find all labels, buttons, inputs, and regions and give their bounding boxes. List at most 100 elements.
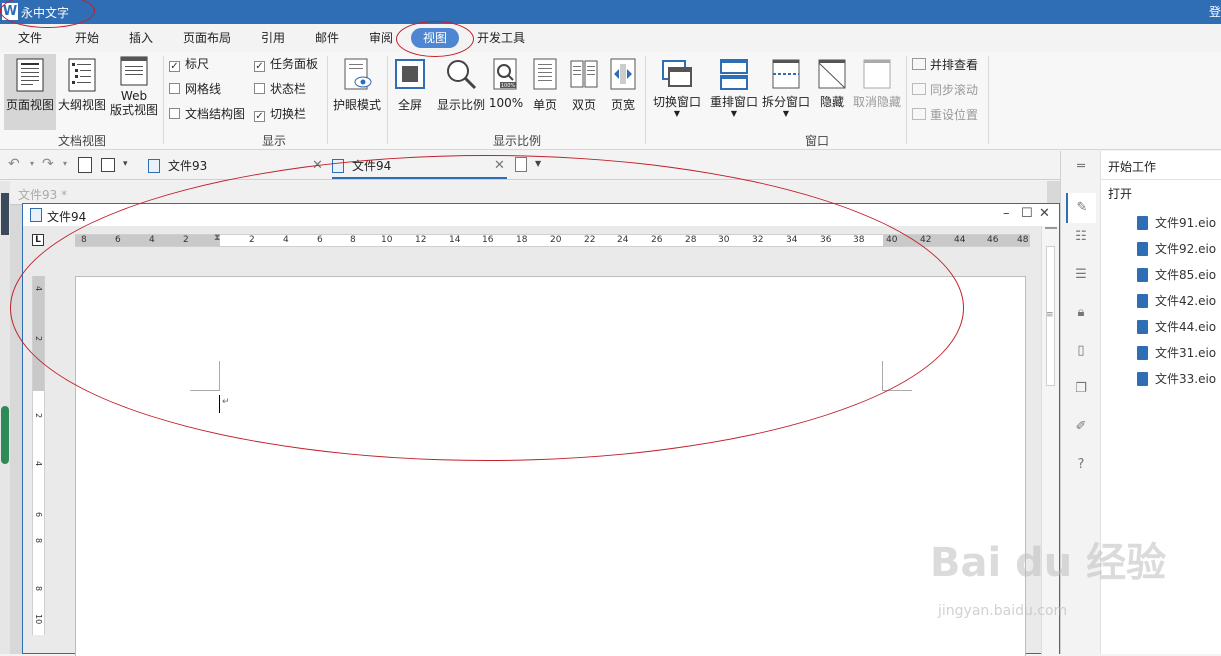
file-icon	[1137, 216, 1148, 230]
close-icon[interactable]: ✕	[1039, 206, 1050, 221]
menu-bar: 文件 开始 插入 页面布局 引用 邮件 审阅 视图 开发工具	[0, 24, 1221, 52]
web-view-icon	[120, 56, 148, 86]
document-icon	[30, 208, 42, 222]
outline-view-icon	[68, 58, 96, 92]
gridlines-checkbox[interactable]: 网格线	[169, 81, 221, 97]
group-doc-view: 文档视图	[58, 134, 107, 148]
reset-position-button[interactable]: 重设位置	[912, 107, 978, 123]
rearrange-window-label: 重排窗口	[709, 95, 758, 109]
recent-file-item[interactable]: 文件31.eio	[1137, 344, 1216, 361]
ribbon-separator	[327, 56, 328, 144]
redo-icon[interactable]: ↷	[42, 156, 54, 172]
recent-file-item[interactable]: 文件44.eio	[1137, 318, 1216, 335]
menu-review[interactable]: 审阅	[369, 29, 393, 47]
sync-scroll-button[interactable]: 同步滚动	[912, 82, 978, 98]
split-window-label: 拆分窗口	[761, 95, 810, 109]
ruler-number: 46	[987, 235, 999, 245]
unhide-window-button[interactable]: 取消隐藏	[851, 54, 903, 130]
switch-window-icon	[662, 60, 692, 87]
magnifier-icon	[447, 60, 477, 90]
side-by-side-label: 并排查看	[930, 58, 979, 72]
web-view-button[interactable]: Web 版式视图	[108, 54, 160, 130]
redo-dropdown-icon[interactable]: ▾	[63, 159, 67, 168]
menu-mailings[interactable]: 邮件	[315, 29, 339, 47]
outline-view-button[interactable]: 大纲视图	[57, 54, 107, 130]
doc-structure-checkbox[interactable]: 文档结构图	[169, 106, 245, 122]
copy-icon[interactable]: ❐	[1073, 381, 1089, 397]
print-preview-icon[interactable]	[78, 157, 92, 173]
recent-file-item[interactable]: 文件91.eio	[1137, 214, 1216, 231]
clipboard-icon[interactable]: ▯	[1073, 343, 1089, 359]
ruler-checkbox[interactable]: ✓ 标尺	[169, 56, 209, 72]
rearrange-window-button[interactable]: 重排窗口 ▼	[708, 54, 760, 130]
lock-icon[interactable]: 🔒︎	[1073, 305, 1089, 321]
ruler-number: 8	[34, 538, 43, 544]
maximize-icon[interactable]: ☐	[1021, 206, 1033, 221]
menu-file[interactable]: 文件	[18, 29, 42, 47]
help-icon[interactable]: ?	[1073, 457, 1089, 473]
vertical-scrollbar[interactable]: ≡	[1041, 226, 1059, 655]
page-width-button[interactable]: 页宽	[606, 54, 640, 130]
annotation-ellipse-view-tab	[396, 21, 474, 57]
menu-references[interactable]: 引用	[261, 29, 285, 47]
split-window-button[interactable]: 拆分窗口 ▼	[760, 54, 812, 130]
fullscreen-button[interactable]: 全屏	[391, 54, 429, 130]
eye-mode-label: 护眼模式	[332, 98, 381, 112]
annotation-ellipse-ruler	[10, 155, 964, 461]
menu-home[interactable]: 开始	[75, 29, 99, 47]
minimize-icon[interactable]: –	[1003, 206, 1010, 221]
zoom-ratio-button[interactable]: 显示比例	[434, 54, 488, 130]
task-pane-checkbox[interactable]: ✓ 任务面板	[254, 56, 318, 72]
unchecked-box-icon	[169, 108, 180, 119]
window-doc93-title: 文件93 *	[18, 188, 68, 202]
switch-bar-checkbox[interactable]: ✓ 切换栏	[254, 106, 306, 122]
single-page-icon	[533, 58, 557, 90]
recent-file-item[interactable]: 文件85.eio	[1137, 266, 1216, 283]
double-page-button[interactable]: 双页	[567, 54, 601, 130]
recent-file-item[interactable]: 文件42.eio	[1137, 292, 1216, 309]
structure-icon[interactable]: ☰	[1073, 267, 1089, 283]
customize-toolbar-icon[interactable]: ▾	[123, 159, 128, 169]
double-page-label: 双页	[571, 98, 596, 112]
tab-stop-selector-icon[interactable]: L	[32, 234, 44, 246]
divider	[1101, 179, 1221, 180]
menu-developer[interactable]: 开发工具	[477, 29, 525, 47]
baidu-watermark: Bai du 经验	[930, 540, 1167, 586]
ribbon: 页面视图 大纲视图 Web 版式视图 文档视图 ✓ 标尺 网格线 文档结构图 ✓ 任…	[0, 52, 1221, 150]
hide-window-button[interactable]: 隐藏	[815, 54, 849, 130]
zoom-100-label: 100%	[488, 96, 524, 110]
status-bar-checkbox[interactable]: 状态栏	[254, 81, 306, 97]
undo-dropdown-icon[interactable]: ▾	[30, 159, 34, 168]
dropdown-arrow-icon: ▼	[782, 109, 790, 118]
unhide-window-icon	[863, 59, 891, 89]
menu-insert[interactable]: 插入	[129, 29, 153, 47]
unchecked-box-icon	[254, 83, 265, 94]
recent-file-item[interactable]: 文件33.eio	[1137, 370, 1216, 387]
group-show: 显示	[262, 134, 287, 148]
edit-icon[interactable]: ✐	[1073, 419, 1089, 435]
doc-structure-label: 文档结构图	[185, 107, 246, 121]
pane-menu-icon[interactable]: ═	[1073, 159, 1089, 175]
side-slider-knob[interactable]	[1, 406, 9, 464]
single-page-button[interactable]: 单页	[528, 54, 562, 130]
zoom-100-button[interactable]: 100% 100%	[488, 54, 524, 130]
ribbon-separator	[163, 56, 164, 144]
save-icon[interactable]	[101, 158, 115, 172]
ruler-label: 标尺	[185, 57, 210, 71]
side-by-side-button[interactable]: 并排查看	[912, 57, 978, 73]
recent-file-label: 文件44.eio	[1155, 320, 1217, 334]
side-handle[interactable]	[1, 193, 9, 235]
login-label[interactable]: 登	[1209, 3, 1221, 20]
recent-file-label: 文件42.eio	[1155, 294, 1217, 308]
ribbon-separator	[387, 56, 388, 144]
recent-file-item[interactable]: 文件92.eio	[1137, 240, 1216, 257]
settings-sliders-icon[interactable]: ☷	[1073, 229, 1089, 245]
menu-page-layout[interactable]: 页面布局	[183, 29, 231, 47]
pencil-icon[interactable]: ✎	[1066, 193, 1096, 223]
eye-mode-button[interactable]: 护眼模式	[330, 54, 384, 130]
page-view-button[interactable]: 页面视图	[4, 54, 56, 130]
double-page-icon	[570, 60, 598, 88]
switch-window-button[interactable]: 切换窗口 ▼	[650, 54, 704, 130]
split-handle-icon[interactable]	[1045, 227, 1057, 229]
undo-icon[interactable]: ↶	[8, 156, 20, 172]
